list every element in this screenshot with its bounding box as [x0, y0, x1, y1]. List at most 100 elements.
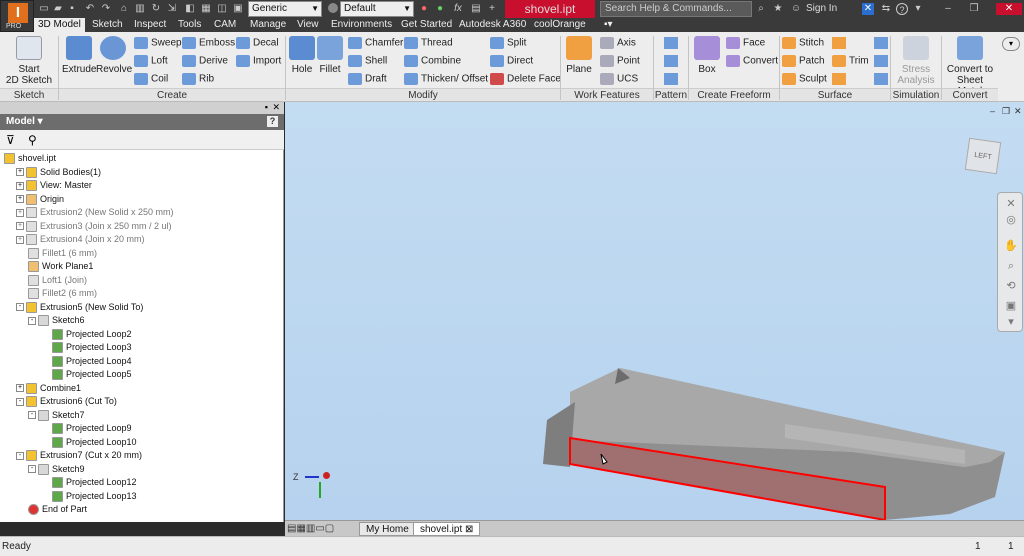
- browser-tree-item[interactable]: Fillet2 (6 mm): [16, 287, 97, 300]
- application-menu-button[interactable]: I PRO: [0, 0, 34, 32]
- pan-icon[interactable]: ✋: [1004, 239, 1018, 253]
- search-input[interactable]: Search Help & Commands...: [600, 1, 752, 17]
- browser-tree-item[interactable]: Projected Loop2: [40, 328, 132, 341]
- help-icon[interactable]: ?: [267, 116, 278, 127]
- expand-icon[interactable]: +: [16, 384, 24, 393]
- circular-pattern-icon[interactable]: [664, 55, 678, 67]
- ucs-button[interactable]: UCS: [600, 73, 638, 85]
- tab-tools[interactable]: Tools: [174, 18, 205, 32]
- steering-wheel-icon[interactable]: ◎: [1004, 213, 1018, 227]
- loft-button[interactable]: Loft: [134, 55, 168, 67]
- measure-icon[interactable]: ⇲: [166, 3, 178, 15]
- browser-tree-item[interactable]: Projected Loop5: [40, 368, 132, 381]
- browser-tree-item[interactable]: + Extrusion3 (Join x 250 mm / 2 ul): [16, 220, 172, 233]
- tab-autodesk-a360[interactable]: Autodesk A360: [455, 18, 530, 32]
- browser-tree-item[interactable]: Projected Loop12: [40, 476, 137, 489]
- viewcube[interactable]: LEFT: [964, 137, 1002, 175]
- measure-tool-icon[interactable]: ▤: [470, 3, 482, 15]
- collapse-icon[interactable]: -: [16, 451, 24, 460]
- axis-button[interactable]: Axis: [600, 37, 636, 49]
- draft-button[interactable]: Draft: [348, 73, 387, 85]
- browser-tree-item[interactable]: End of Part: [16, 503, 87, 516]
- collapse-icon[interactable]: -: [28, 411, 36, 420]
- viewport-restore-icon[interactable]: ❐: [1002, 106, 1010, 117]
- update-icon[interactable]: ↻: [150, 3, 162, 15]
- plane-button[interactable]: Plane: [564, 34, 594, 88]
- chamfer-button[interactable]: Chamfer: [348, 37, 403, 49]
- tab-shovel-ipt[interactable]: shovel.ipt ⊠: [413, 522, 481, 536]
- material-select[interactable]: Generic ▼: [248, 1, 322, 17]
- trim-button[interactable]: Trim: [832, 55, 869, 67]
- restore-icon[interactable]: ❐: [968, 3, 980, 15]
- find-binoculars-icon[interactable]: ⚲: [28, 133, 37, 147]
- delete-face-button[interactable]: Delete Face: [490, 73, 561, 85]
- panel-close-icon[interactable]: ✕: [272, 102, 280, 113]
- tab-more-icon[interactable]: ▪▾: [600, 18, 617, 32]
- extend-icon[interactable]: [832, 37, 846, 49]
- hole-button[interactable]: Hole: [288, 34, 316, 88]
- display-icon[interactable]: ▦: [200, 3, 212, 15]
- fillet-button[interactable]: Fillet: [316, 34, 344, 88]
- expand-icon[interactable]: +: [16, 222, 24, 231]
- browser-tree-item[interactable]: - Extrusion6 (Cut To): [16, 395, 117, 408]
- expand-icon[interactable]: +: [16, 235, 24, 244]
- tab-environments[interactable]: Environments: [327, 18, 396, 32]
- import-button[interactable]: Import: [236, 55, 281, 67]
- zoom-icon[interactable]: ⌕: [1004, 259, 1018, 273]
- stitch-button[interactable]: Stitch: [782, 37, 824, 49]
- ribbon-options-icon[interactable]: ▾: [1002, 37, 1020, 51]
- tab-manage[interactable]: Manage: [246, 18, 290, 32]
- viewport-close-icon[interactable]: ✕: [1014, 106, 1022, 117]
- browser-tree-item[interactable]: + Origin: [16, 193, 64, 206]
- expand-icon[interactable]: +: [16, 168, 24, 177]
- extrude-button[interactable]: Extrude: [62, 34, 96, 88]
- open-icon[interactable]: ▰: [52, 3, 64, 15]
- appearance-select[interactable]: Default ▼: [340, 1, 414, 17]
- revolve-button[interactable]: Revolve: [96, 34, 132, 88]
- model-browser-title[interactable]: Model ▾ ?: [0, 114, 284, 130]
- thread-button[interactable]: Thread: [404, 37, 453, 49]
- sweep-button[interactable]: Sweep: [134, 37, 182, 49]
- home-icon[interactable]: ⌂: [118, 3, 130, 15]
- new-file-icon[interactable]: ▭: [38, 3, 50, 15]
- help-dropdown-icon[interactable]: ▾: [912, 3, 924, 15]
- browser-tree-item[interactable]: Fillet1 (6 mm): [16, 247, 97, 260]
- browser-tree-item[interactable]: - Extrusion5 (New Solid To): [16, 301, 143, 314]
- browser-tree-item[interactable]: shovel.ipt: [4, 152, 56, 165]
- tab-view[interactable]: View: [293, 18, 323, 32]
- filter-icon[interactable]: ⊽: [6, 133, 15, 147]
- tab-sketch[interactable]: Sketch: [88, 18, 127, 32]
- color-icon[interactable]: ◧: [184, 3, 196, 15]
- viewport-minimize-icon[interactable]: –: [990, 106, 995, 116]
- ruled-surface-icon[interactable]: [874, 37, 888, 49]
- tab-coolorange[interactable]: coolOrange: [530, 18, 590, 32]
- replace-face-icon[interactable]: [832, 73, 846, 85]
- browser-tree-item[interactable]: + Solid Bodies(1): [16, 166, 101, 179]
- tab-inspect[interactable]: Inspect: [130, 18, 170, 32]
- shell-button[interactable]: Shell: [348, 55, 387, 67]
- select-icon[interactable]: ▥: [134, 3, 146, 15]
- convert-button[interactable]: Convert: [726, 55, 778, 67]
- browser-tree-item[interactable]: + Extrusion4 (Join x 20 mm): [16, 233, 145, 246]
- decal-button[interactable]: Decal: [236, 37, 279, 49]
- navbar-options-icon[interactable]: ▾: [1004, 315, 1018, 329]
- subscription-icon[interactable]: ⇆: [880, 3, 892, 15]
- emboss-button[interactable]: Emboss: [182, 37, 235, 49]
- stress-analysis-button[interactable]: Stress Analysis: [894, 34, 938, 88]
- browser-tree-item[interactable]: Projected Loop13: [40, 490, 137, 503]
- projects-icon[interactable]: ▣: [232, 3, 244, 15]
- tab-3d-model[interactable]: 3D Model: [34, 18, 85, 32]
- browser-tree-item[interactable]: Work Plane1: [16, 260, 93, 273]
- tab-cam[interactable]: CAM: [210, 18, 240, 32]
- exchange-apps-icon[interactable]: ✕: [862, 3, 874, 15]
- redo-icon[interactable]: ↷: [100, 3, 112, 15]
- boundary-patch-icon[interactable]: [874, 55, 888, 67]
- search-icon[interactable]: ⌕: [755, 3, 767, 15]
- undo-icon[interactable]: ↶: [84, 3, 96, 15]
- collapse-icon[interactable]: -: [16, 303, 24, 312]
- add-icon[interactable]: +: [486, 3, 498, 15]
- favorites-star-icon[interactable]: ★: [772, 3, 784, 15]
- thicken-offset-button[interactable]: Thicken/ Offset: [404, 73, 488, 85]
- look-at-icon[interactable]: ▣: [1004, 299, 1018, 313]
- close-navbar-icon[interactable]: ✕: [1004, 197, 1018, 211]
